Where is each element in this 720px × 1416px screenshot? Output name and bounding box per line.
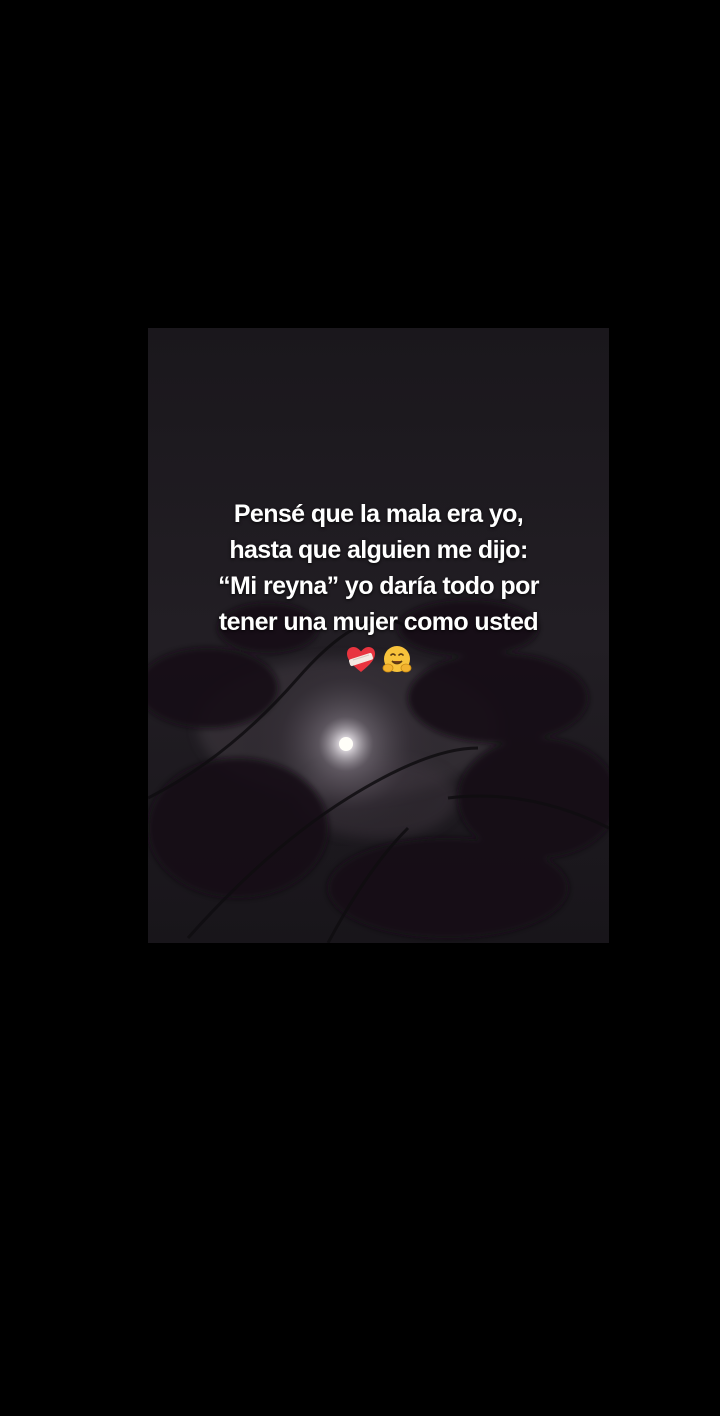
- screen-background: Pensé que la mala era yo, hasta que algu…: [0, 0, 720, 1416]
- night-sky-photo: Pensé que la mala era yo, hasta que algu…: [148, 328, 609, 943]
- hugging-face-icon: [382, 646, 411, 673]
- caption-line-4: tener una mujer como usted: [218, 608, 539, 636]
- mending-heart-icon: [346, 647, 375, 672]
- caption-line-2: hasta que alguien me dijo:: [229, 536, 528, 564]
- caption-line-1: Pensé que la mala era yo,: [233, 500, 524, 528]
- caption-line-3: “Mi reyna” yo daría todo por: [218, 572, 539, 600]
- caption-text: Pensé que la mala era yo, hasta que algu…: [148, 496, 609, 640]
- caption-emojis: [148, 644, 609, 678]
